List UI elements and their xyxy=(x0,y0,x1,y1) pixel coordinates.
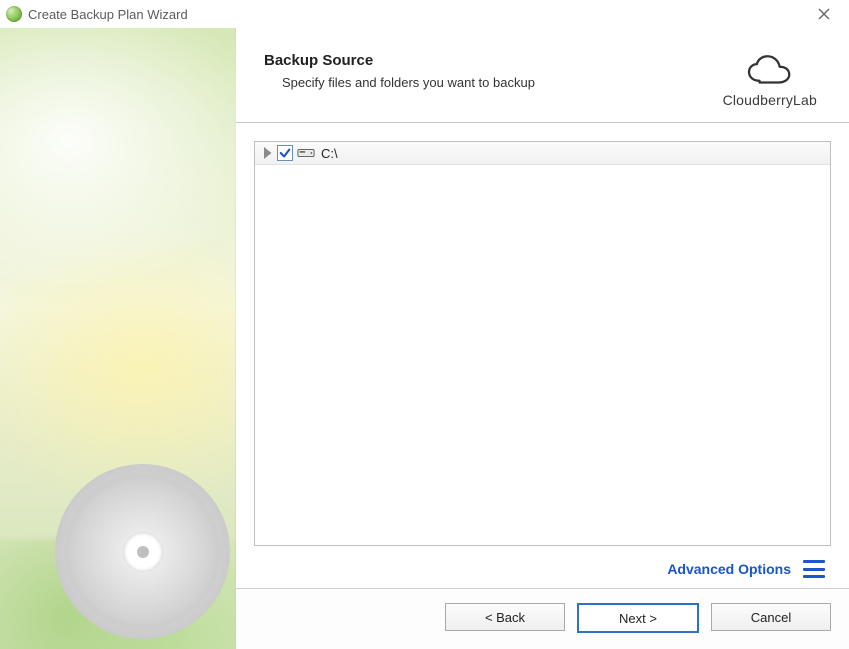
app-icon xyxy=(6,6,22,22)
footer: < Back Next > Cancel xyxy=(236,588,849,649)
window-title: Create Backup Plan Wizard xyxy=(28,7,188,22)
page-title: Backup Source xyxy=(264,52,723,69)
main-column: Backup Source Specify files and folders … xyxy=(236,28,849,649)
back-button[interactable]: < Back xyxy=(445,603,565,631)
brand: CloudberryLab xyxy=(723,52,821,108)
disc-icon xyxy=(55,464,230,639)
close-button[interactable] xyxy=(807,3,841,25)
drive-label: C:\ xyxy=(319,146,338,161)
content-area: C:\ Advanced Options xyxy=(236,123,849,588)
body: Backup Source Specify files and folders … xyxy=(0,28,849,649)
close-icon xyxy=(818,8,830,20)
brand-label: CloudberryLab xyxy=(723,92,817,108)
file-tree[interactable]: C:\ xyxy=(254,141,831,546)
page-header: Backup Source Specify files and folders … xyxy=(236,28,849,123)
checkbox-c-drive[interactable] xyxy=(277,145,293,161)
header-text: Backup Source Specify files and folders … xyxy=(264,52,723,90)
check-icon xyxy=(279,147,291,159)
chevron-right-icon xyxy=(261,147,273,159)
hamburger-icon xyxy=(803,560,825,563)
titlebar: Create Backup Plan Wizard xyxy=(0,0,849,28)
cloud-icon xyxy=(742,54,798,90)
tree-item-c-drive[interactable]: C:\ xyxy=(255,142,830,165)
drive-icon xyxy=(297,147,315,159)
next-button[interactable]: Next > xyxy=(577,603,699,633)
advanced-options-link[interactable]: Advanced Options xyxy=(667,561,791,577)
options-row: Advanced Options xyxy=(254,546,831,588)
cancel-button[interactable]: Cancel xyxy=(711,603,831,631)
options-menu-button[interactable] xyxy=(803,560,825,578)
expand-toggle[interactable] xyxy=(261,147,273,159)
page-subtitle: Specify files and folders you want to ba… xyxy=(264,75,723,90)
wizard-window: Create Backup Plan Wizard Backup Source … xyxy=(0,0,849,649)
sidebar-panel xyxy=(0,28,236,649)
